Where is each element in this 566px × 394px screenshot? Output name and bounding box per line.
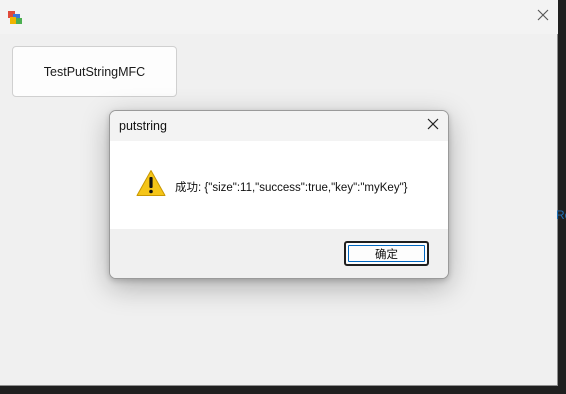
dialog-body: 成功: {"size":11,"success":true,"key":"myK…: [110, 141, 448, 229]
window-titlebar[interactable]: [0, 0, 558, 34]
close-icon: [537, 8, 549, 26]
test-button-label: TestPutStringMFC: [43, 64, 146, 79]
partial-edge-text: Re: [556, 208, 566, 222]
ok-button-label: 确定: [375, 248, 398, 261]
warning-icon: [136, 169, 166, 197]
dialog-titlebar[interactable]: putstring: [110, 111, 448, 141]
app-icon: [6, 8, 24, 26]
test-put-string-button[interactable]: TestPutStringMFC: [12, 46, 177, 97]
dialog-footer: 确定: [110, 229, 448, 278]
message-dialog: putstring 成功: {"size":11,"success":true,…: [109, 110, 449, 279]
window-close-button[interactable]: [528, 4, 558, 30]
dialog-title: putstring: [119, 119, 167, 133]
dialog-message: 成功: {"size":11,"success":true,"key":"myK…: [175, 182, 408, 194]
dialog-close-button[interactable]: [422, 116, 444, 136]
ok-button[interactable]: 确定: [344, 241, 429, 266]
close-icon: [427, 117, 439, 135]
